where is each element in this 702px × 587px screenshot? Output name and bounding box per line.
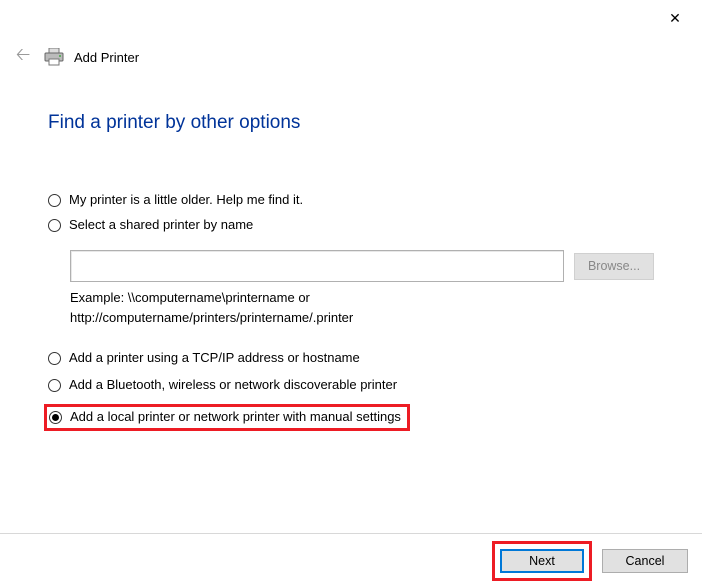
example-line-2: http://computername/printers/printername… [70, 310, 353, 325]
option-label: Select a shared printer by name [69, 217, 253, 232]
option-shared-printer[interactable]: Select a shared printer by name [48, 217, 668, 232]
cancel-button[interactable]: Cancel [602, 549, 688, 573]
option-label: Add a Bluetooth, wireless or network dis… [69, 377, 397, 392]
radio-icon [49, 411, 62, 424]
dialog-title: Add Printer [74, 50, 139, 65]
example-line-1: Example: \\computername\printername or [70, 290, 310, 305]
option-bluetooth[interactable]: Add a Bluetooth, wireless or network dis… [48, 377, 668, 392]
option-tcpip[interactable]: Add a printer using a TCP/IP address or … [48, 350, 668, 365]
close-button[interactable]: ✕ [654, 4, 696, 32]
back-button[interactable]: 🡠 [12, 46, 34, 68]
close-icon: ✕ [669, 11, 681, 25]
option-label: Add a local printer or network printer w… [70, 409, 401, 424]
back-arrow-icon: 🡠 [16, 42, 31, 72]
printer-icon [44, 48, 64, 66]
option-older-printer[interactable]: My printer is a little older. Help me fi… [48, 192, 668, 207]
radio-icon [48, 352, 61, 365]
option-label: My printer is a little older. Help me fi… [69, 192, 303, 207]
shared-example-text: Example: \\computername\printername or h… [70, 288, 570, 328]
option-local-highlight: Add a local printer or network printer w… [44, 404, 410, 431]
options-group: My printer is a little older. Help me fi… [48, 192, 668, 431]
shared-printer-row: Browse... [70, 250, 668, 282]
add-printer-dialog: ✕ 🡠 Add Printer Find a printer by other … [0, 0, 702, 587]
shared-printer-input[interactable] [70, 250, 564, 282]
page-heading: Find a printer by other options [48, 112, 300, 134]
dialog-header: 🡠 Add Printer [12, 46, 139, 68]
radio-icon [48, 379, 61, 392]
browse-button: Browse... [574, 253, 654, 280]
next-button-highlight: Next [492, 541, 592, 581]
option-local[interactable]: Add a local printer or network printer w… [49, 409, 401, 424]
dialog-footer: Next Cancel [0, 533, 702, 587]
radio-icon [48, 219, 61, 232]
option-label: Add a printer using a TCP/IP address or … [69, 350, 360, 365]
next-button[interactable]: Next [500, 549, 584, 573]
radio-icon [48, 194, 61, 207]
